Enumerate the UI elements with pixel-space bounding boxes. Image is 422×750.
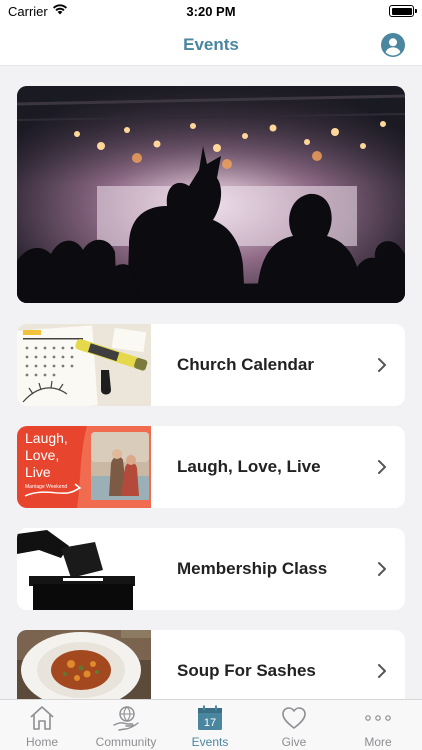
chevron-right-icon [378,664,386,678]
profile-icon[interactable] [381,33,405,57]
chevron-right-icon [378,562,386,576]
hero-banner[interactable] [17,86,405,303]
chevron-right-icon [378,460,386,474]
tab-label: Give [281,735,307,749]
event-title: Church Calendar [177,355,314,374]
ballot-box-thumbnail [17,528,151,610]
event-card[interactable]: Soup For Sashes [17,630,405,699]
concert-crowd-image [17,86,405,303]
thumb-text-line: Love, [25,447,60,463]
marriage-weekend-thumbnail: Laugh, Love, Live Marriage Weekend [17,426,151,508]
tab-label: More [364,735,392,749]
clock: 3:20 PM [186,4,236,19]
thumb-text-line: Laugh, [25,430,68,446]
tab-label: Community [95,735,157,749]
soup-bowl-thumbnail [17,630,151,699]
tab-bar: Home Community 17 Events Give More [0,699,422,750]
event-title: Laugh, Love, Live [177,457,321,476]
thumb-subtext: Marriage Weekend [25,484,68,490]
status-bar: Carrier 3:20 PM [0,0,422,22]
event-card[interactable]: Laugh, Love, Live Marriage Weekend Laugh… [17,426,405,508]
heart-icon [282,707,306,729]
chevron-right-icon [378,358,386,372]
nav-bar: Events [0,22,422,66]
calendar-day: 17 [204,717,216,729]
page-title: Events [183,35,239,54]
thumb-text-line: Live [25,464,51,480]
event-title: Soup For Sashes [177,661,316,680]
calendar-thumbnail [17,324,151,406]
event-title: Membership Class [177,559,328,578]
tab-events[interactable]: 17 Events [168,700,252,750]
house-icon [30,706,54,730]
tab-give[interactable]: Give [252,700,336,750]
calendar-icon: 17 [198,705,222,730]
tab-more[interactable]: More [336,700,420,750]
events-content: Church Calendar Laugh, Love, Live Marria… [0,66,422,699]
tab-label: Events [191,735,229,749]
ellipsis-icon [365,715,391,721]
tab-home[interactable]: Home [0,700,84,750]
event-card[interactable]: Church Calendar [17,324,405,406]
tab-label: Home [25,735,58,749]
event-card[interactable]: Membership Class [17,528,405,610]
battery-icon [389,5,417,17]
tab-community[interactable]: Community [84,700,168,750]
globe-hand-icon [113,706,139,731]
